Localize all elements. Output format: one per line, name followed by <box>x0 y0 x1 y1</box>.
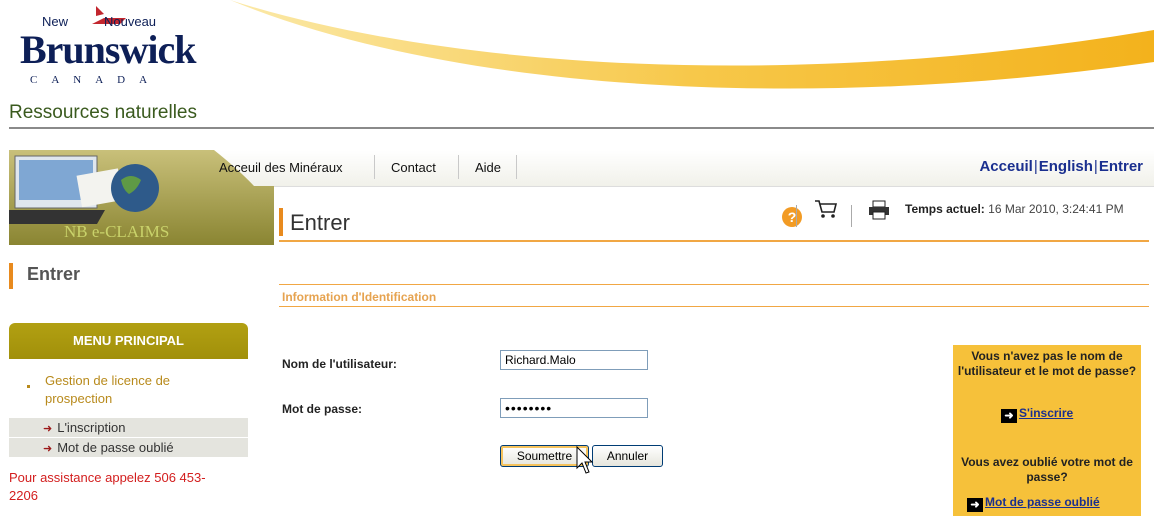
main-menu-header: MENU PRINCIPAL <box>9 323 248 359</box>
side-title-accent <box>9 263 13 289</box>
main-menu: MENU PRINCIPAL Gestion de licence de pro… <box>9 323 248 505</box>
link-enter[interactable]: Entrer <box>1099 158 1143 175</box>
toolbar-separator <box>851 205 852 227</box>
page-title: Entrer <box>290 210 350 235</box>
section-divider <box>279 306 1149 307</box>
password-label: Mot de passe: <box>282 402 363 416</box>
register-link[interactable]: ➜ S'inscrire <box>1001 406 1073 423</box>
menu-item-label: Gestion de licence de prospection <box>45 373 171 406</box>
nb-logo: New Nouveau Brunswick CANADA <box>14 4 234 100</box>
menu-subitem-label: Mot de passe oublié <box>57 440 174 455</box>
current-time-label: Temps actuel: <box>905 202 985 216</box>
forgot-password-text: Vous avez oublié votre mot de passe? <box>961 455 1133 484</box>
logo-brunswick: Brunswick <box>20 27 196 72</box>
forgot-password-link-label: Mot de passe oublié <box>985 495 1100 509</box>
side-title: Entrer <box>27 264 81 284</box>
title-accent <box>279 208 283 236</box>
username-input[interactable] <box>500 350 648 370</box>
cancel-button[interactable]: Annuler <box>592 445 663 467</box>
svg-text:NB e-CLAIMS: NB e-CLAIMS <box>64 222 169 241</box>
menu-item-license-management[interactable]: Gestion de licence de prospection <box>9 359 248 417</box>
department-name: Ressources naturelles <box>9 102 197 123</box>
header-divider <box>9 127 1154 129</box>
nav-separator <box>516 155 517 179</box>
arrow-right-icon: ➜ <box>1001 409 1017 423</box>
username-label: Nom de l'utilisateur: <box>282 357 397 371</box>
link-home[interactable]: Acceuil <box>979 158 1032 175</box>
help-icon[interactable]: ? <box>782 207 802 227</box>
section-title: Information d'Identification <box>282 290 437 304</box>
mouse-cursor-icon <box>576 446 594 474</box>
cart-icon[interactable] <box>814 199 838 219</box>
menu-subitem-label: L'inscription <box>57 420 126 435</box>
arrow-right-icon: ➜ <box>43 423 53 435</box>
current-time: Temps actuel: 16 Mar 2010, 3:24:41 PM <box>905 202 1124 216</box>
nav-separator <box>374 155 375 179</box>
password-input[interactable] <box>500 398 648 418</box>
nav-mineral-home[interactable]: Acceuil des Minéraux <box>219 160 343 175</box>
assistance-phone: Pour assistance appelez 506 453-2206 <box>9 470 206 503</box>
header-quick-links: Acceuil|English|Entrer <box>979 158 1143 175</box>
print-icon[interactable] <box>868 200 890 220</box>
nav-help[interactable]: Aide <box>475 160 501 175</box>
arrow-right-icon: ➜ <box>43 443 53 455</box>
menu-subitem-register[interactable]: ➜ L'inscription <box>9 417 248 437</box>
link-english[interactable]: English <box>1039 158 1093 175</box>
nav-separator <box>458 155 459 179</box>
bullet-icon <box>27 385 30 388</box>
section-divider <box>279 284 1149 285</box>
help-box: Vous n'avez pas le nom de l'utilisateur … <box>953 345 1141 516</box>
logo-canada: CANADA <box>30 74 162 86</box>
forgot-password-link[interactable]: ➜ Mot de passe oublié <box>967 495 1100 512</box>
menu-subitem-forgot-password[interactable]: ➜ Mot de passe oublié <box>9 437 248 457</box>
nav-contact[interactable]: Contact <box>391 160 436 175</box>
toolbar-separator <box>796 205 797 227</box>
register-link-label: S'inscrire <box>1019 406 1074 420</box>
current-time-value: 16 Mar 2010, 3:24:41 PM <box>988 202 1124 216</box>
main-menu-body: Gestion de licence de prospection ➜ L'ins… <box>9 359 248 505</box>
arrow-right-icon: ➜ <box>967 498 983 512</box>
title-underline <box>279 240 1149 242</box>
no-account-text: Vous n'avez pas le nom de l'utilisateur … <box>957 349 1137 378</box>
